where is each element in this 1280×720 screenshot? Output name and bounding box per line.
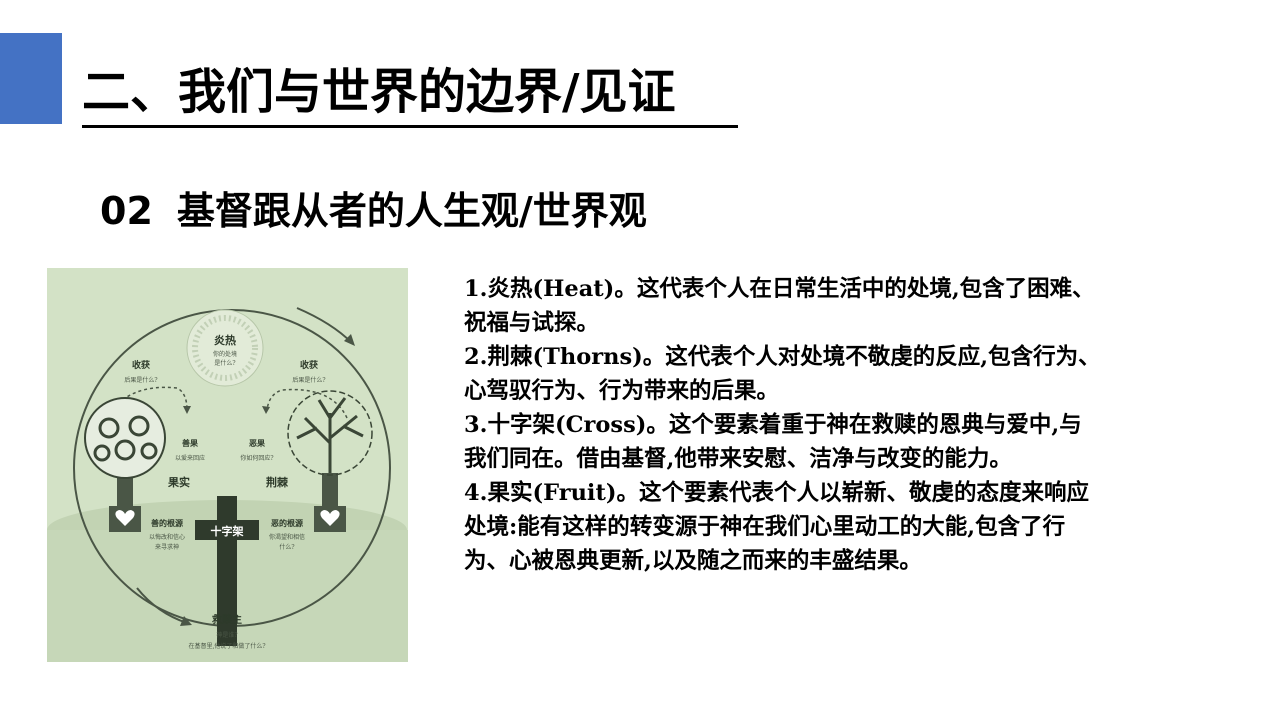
title-underline — [82, 125, 738, 128]
good-root-question-2: 来寻求神 — [155, 543, 179, 551]
bad-fruit-question: 你如何回应? — [240, 454, 273, 462]
explanation-text: 1.炎热(Heat)。这代表个人在日常生活中的处境,包含了困难、祝福与试探。 2… — [464, 272, 1104, 578]
paragraph-thorns: 2.荆棘(Thorns)。这代表个人对处境不敬虔的反应,包含行为、心驾驭行为、行… — [464, 344, 1101, 404]
harvest-left-label: 收获 — [132, 359, 150, 371]
bad-root-question-2: 什么? — [279, 543, 294, 551]
good-root-question-1: 以悔改和信心 — [149, 533, 185, 541]
heat-label: 炎热 — [214, 333, 236, 347]
redeemer-question-1: 神是谁? — [216, 631, 237, 639]
paragraph-fruit: 4.果实(Fruit)。这个要素代表个人以崭新、敬虔的态度来响应处境:能有这样的… — [464, 480, 1090, 574]
harvest-left-question: 后果是什么? — [124, 376, 157, 384]
bad-root-question-1: 你渴望和相信 — [269, 533, 305, 541]
paragraph-heat: 1.炎热(Heat)。这代表个人在日常生活中的处境,包含了困难、祝福与试探。 — [464, 276, 1095, 336]
redeemer-label: 救赎主 — [212, 613, 242, 626]
worldview-diagram: 炎热 你的处境 是什么? 收获 后果是什么? 收获 后果是什么? 善果 以爱来回… — [47, 268, 408, 662]
cross-label: 十字架 — [211, 524, 244, 538]
paragraph-cross: 3.十字架(Cross)。这个要素着重于神在救赎的恩典与爱中,与我们同在。借由基… — [464, 412, 1082, 472]
bad-fruit-label: 恶果 — [249, 438, 265, 448]
slide-subtitle: 02 基督跟从者的人生观/世界观 — [100, 186, 647, 236]
subtitle-text: 基督跟从者的人生观/世界观 — [176, 189, 647, 233]
heat-question-2: 是什么? — [214, 359, 235, 367]
harvest-right-label: 收获 — [300, 359, 318, 371]
subtitle-number: 02 — [100, 189, 153, 233]
good-fruit-label: 善果 — [182, 438, 198, 448]
thorns-label: 荆棘 — [266, 475, 289, 489]
accent-block — [0, 33, 62, 124]
harvest-right-question: 后果是什么? — [292, 376, 325, 384]
heat-question-1: 你的处境 — [213, 350, 237, 358]
bad-root-label: 恶的根源 — [271, 518, 303, 528]
good-fruit-question: 以爱来回应 — [175, 454, 205, 462]
redeemer-question-2: 在基督里,他说了和做了什么? — [188, 642, 265, 650]
good-root-label: 善的根源 — [151, 518, 183, 528]
slide-title: 二、我们与世界的边界/见证 — [82, 64, 676, 120]
sun-icon — [186, 309, 264, 387]
fruit-label: 果实 — [167, 475, 190, 489]
